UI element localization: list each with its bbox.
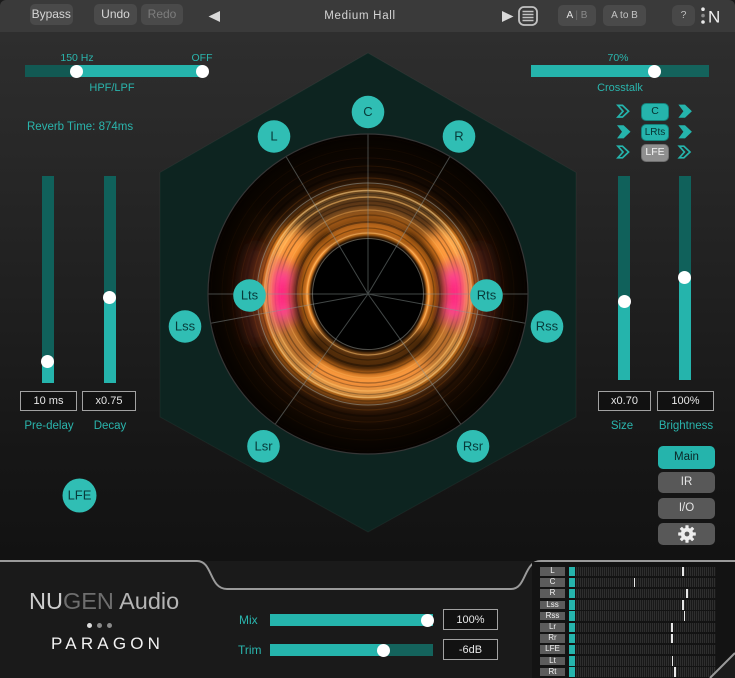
svg-text:N: N <box>708 8 720 27</box>
